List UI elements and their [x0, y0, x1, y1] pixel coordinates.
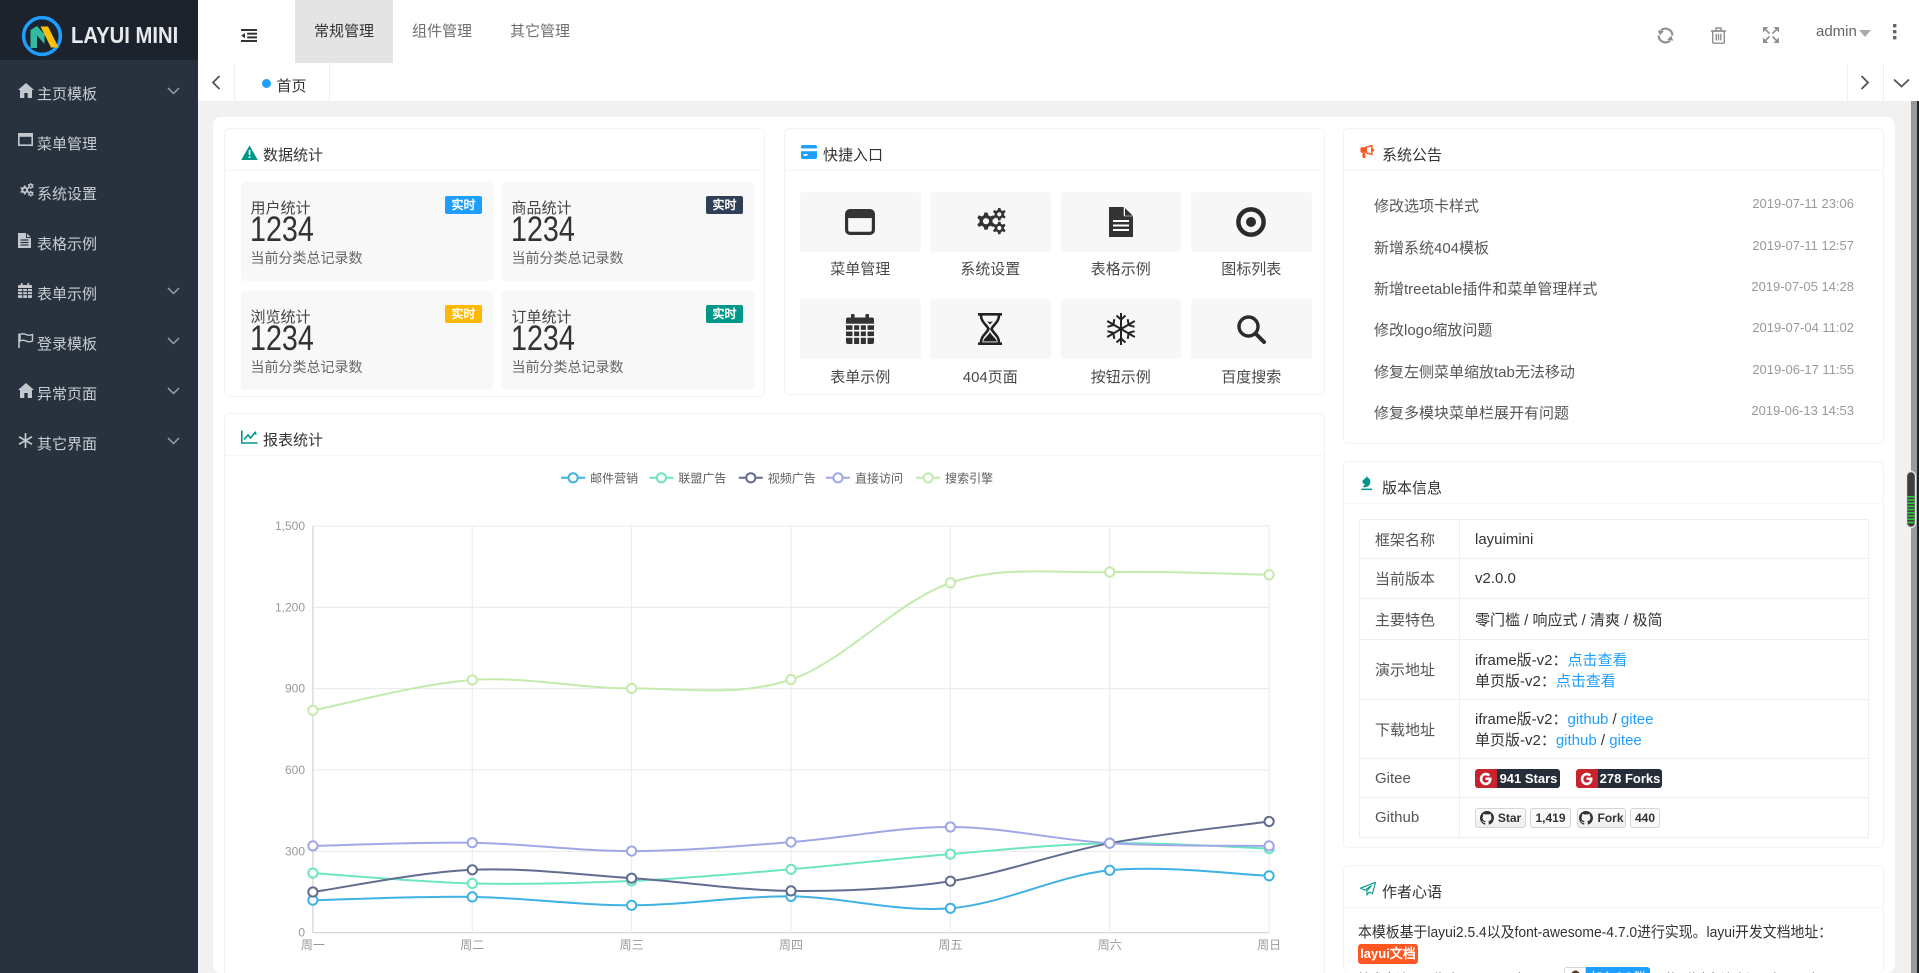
svg-text:周四: 周四	[779, 938, 803, 952]
svg-text:邮件营销: 邮件营销	[590, 471, 638, 485]
svg-text:视频广告: 视频广告	[768, 470, 816, 485]
svg-text:300: 300	[285, 844, 305, 858]
svg-text:周五: 周五	[938, 938, 962, 952]
svg-text:周六: 周六	[1098, 938, 1122, 952]
svg-text:直接访问: 直接访问	[855, 470, 903, 485]
svg-text:600: 600	[285, 763, 305, 777]
svg-text:搜索引擎: 搜索引擎	[945, 470, 993, 485]
svg-text:周三: 周三	[620, 938, 644, 952]
svg-text:1,500: 1,500	[275, 519, 305, 533]
svg-text:1,200: 1,200	[275, 600, 305, 614]
svg-text:周二: 周二	[460, 938, 484, 952]
svg-text:周日: 周日	[1257, 938, 1281, 952]
svg-text:联盟广告: 联盟广告	[678, 471, 726, 485]
svg-text:900: 900	[285, 682, 305, 696]
svg-text:周一: 周一	[301, 938, 325, 952]
